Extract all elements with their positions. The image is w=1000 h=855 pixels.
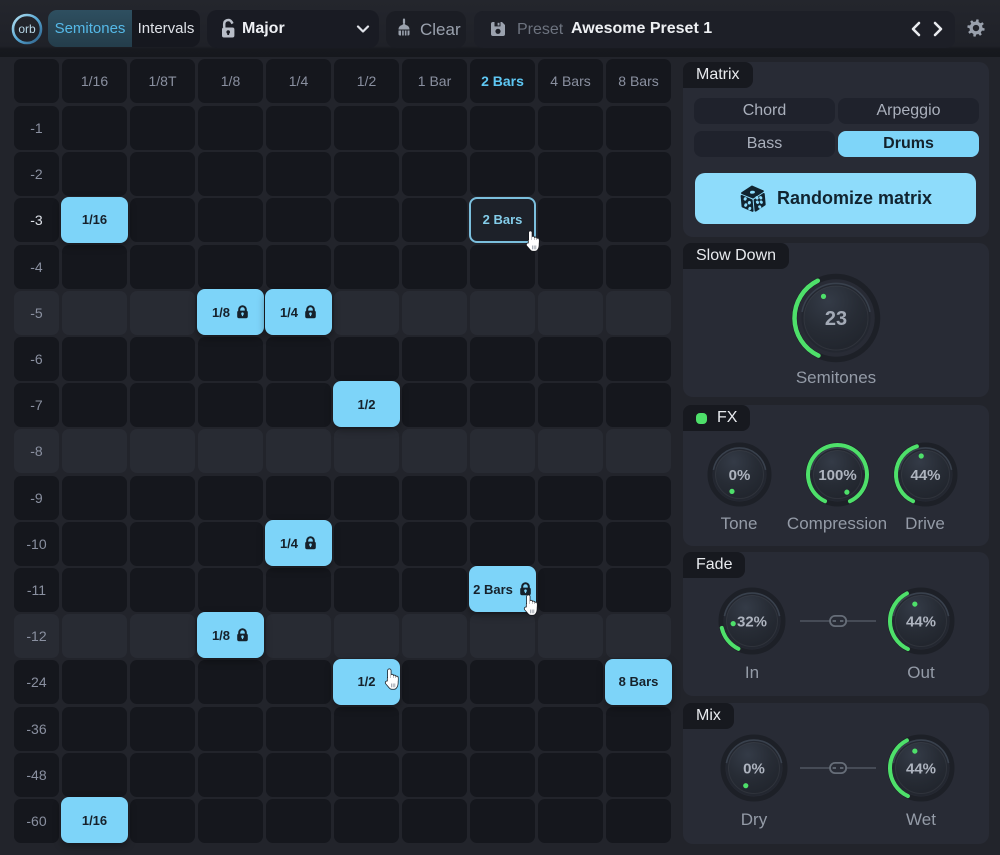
svg-text:44%: 44% [910,466,940,483]
svg-text:0%: 0% [743,760,765,777]
svg-text:100%: 100% [818,466,856,483]
svg-text:44%: 44% [906,760,936,777]
svg-text:23: 23 [825,308,847,330]
svg-text:32%: 32% [737,613,767,630]
svg-text:44%: 44% [906,613,936,630]
svg-text:0%: 0% [728,466,750,483]
svg-text:orb: orb [18,22,36,36]
